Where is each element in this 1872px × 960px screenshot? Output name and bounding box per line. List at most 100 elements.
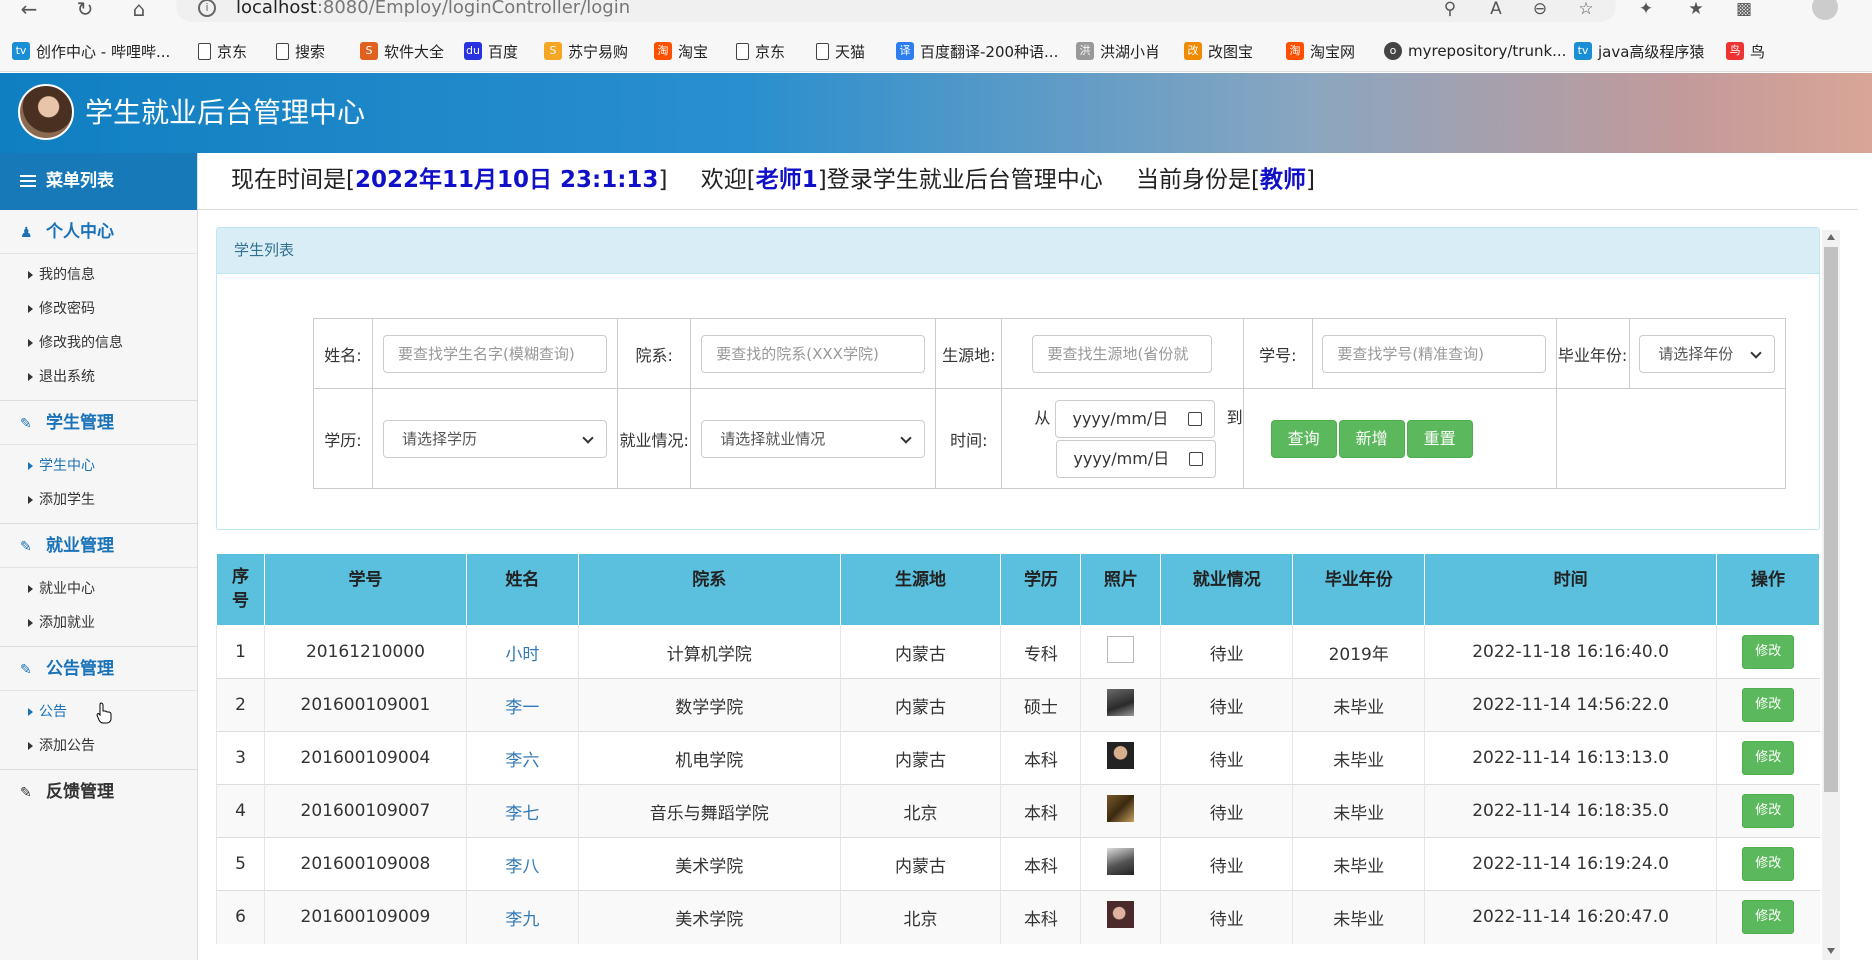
menu-group-title[interactable]: ✎ 公告管理 [0,647,197,691]
sidebar-item-edit-info[interactable]: 修改我的信息 [0,326,197,360]
calendar-icon[interactable] [1188,411,1203,426]
suning-icon: S [544,42,562,60]
bookmark-item[interactable]: 鸟鸟 [1726,40,1765,62]
query-button[interactable]: 查询 [1270,419,1337,458]
sidebar-item-change-password[interactable]: 修改密码 [0,292,197,326]
url-text[interactable]: localhost:8080/Employ/loginController/lo… [236,0,630,18]
edit-button[interactable]: 修改 [1742,900,1795,935]
bookmark-item[interactable]: 改改图宝 [1184,40,1253,62]
scrollbar[interactable] [1822,230,1840,960]
bookmark-item[interactable]: 译百度翻译-200种语... [896,40,1058,62]
cell-time: 2022-11-14 16:19:24.0 [1424,837,1717,891]
cell-no: 2 [216,678,265,732]
extensions-icon[interactable]: ✦ [1634,0,1658,20]
name-search-input[interactable]: 要查找学生名字(模糊查询) [383,334,608,373]
read-aloud-icon[interactable]: A [1484,0,1508,20]
student-name-link[interactable]: 李六 [465,731,579,785]
scroll-thumb[interactable] [1824,247,1838,792]
bookmark-item[interactable]: S 软件大全 [360,40,444,62]
student-name-link[interactable]: 李九 [465,890,579,944]
table-row: 4 201600109007 李七 音乐与舞蹈学院 北京 本科 待业 未毕业 2… [216,784,1820,838]
menu-group-title[interactable]: ✎ 反馈管理 [0,770,197,814]
edit-button[interactable]: 修改 [1742,847,1795,881]
emp-select[interactable]: 请选择就业情况 [701,419,926,458]
bookmark-item[interactable]: S 苏宁易购 [544,40,628,62]
bird-icon: 鸟 [1726,42,1744,60]
cell-employment: 待业 [1160,784,1293,838]
bookmark-item[interactable]: 洪洪湖小肖 [1076,40,1160,62]
sidebar-item-my-info[interactable]: 我的信息 [0,258,197,292]
student-name-link[interactable]: 小时 [465,625,579,679]
sidebar-item-logout[interactable]: 退出系统 [0,360,197,394]
col-header-dept: 院系 [577,553,841,626]
gaitubao-icon: 改 [1184,42,1202,60]
scroll-up-icon[interactable] [1827,234,1835,240]
menu-group-title[interactable]: ✎ 就业管理 [0,524,197,568]
start-date-input[interactable]: yyyy/mm/日 [1055,399,1216,438]
menu-group-title[interactable]: ✎ 学生管理 [0,401,197,445]
bookmark-item[interactable]: du 百度 [464,40,518,62]
cell-origin: 内蒙古 [839,625,1001,679]
edit-button[interactable]: 修改 [1742,635,1795,669]
key-icon[interactable]: ⚲ [1438,0,1462,20]
profile-icon[interactable] [1812,0,1838,20]
reset-button[interactable]: 重置 [1406,419,1473,458]
sidebar-item-add-employment[interactable]: 添加就业 [0,606,197,640]
bookmark-item[interactable]: 搜索 [276,40,325,62]
cell-dept: 美术学院 [577,890,841,944]
end-date-input[interactable]: yyyy/mm/日 [1056,439,1217,478]
cell-origin: 北京 [839,784,1001,838]
menu-group-title[interactable]: ♟ 个人中心 [0,210,197,254]
bookmark-item[interactable]: tv java高级程序猿 [1574,40,1704,62]
cell-employment: 待业 [1160,837,1293,891]
bookmark-item[interactable]: 天猫 [816,40,865,62]
back-icon[interactable]: ← [14,0,44,22]
home-icon[interactable]: ⌂ [124,0,154,22]
edit-button[interactable]: 修改 [1742,794,1795,828]
bookmark-item[interactable]: o myrepository/trunk... [1384,40,1566,62]
edu-select[interactable]: 请选择学历 [383,419,608,458]
sidebar-item-add-notice[interactable]: 添加公告 [0,729,197,763]
cell-employment: 待业 [1160,890,1293,944]
bookmark-item[interactable]: 京东 [198,40,247,62]
current-user: 老师1 [755,167,818,193]
sidebar-item-student-center[interactable]: 学生中心 [0,449,197,483]
bilibili-icon: tv [1574,42,1592,60]
origin-search-input[interactable]: 要查找生源地(省份就 [1032,334,1213,373]
app-title: 学生就业后台管理中心 [85,96,366,129]
cell-grad-year: 未毕业 [1292,784,1425,838]
edit-icon: ✎ [20,416,32,432]
collections-icon[interactable]: ▩ [1732,0,1756,20]
bookmark-item[interactable]: 淘淘宝 [654,40,708,62]
zoom-icon[interactable]: ⊖ [1528,0,1552,20]
student-name-link[interactable]: 李一 [465,678,579,732]
cell-edu: 硕士 [1000,678,1081,732]
table-row: 5 201600109008 李八 美术学院 内蒙古 本科 待业 未毕业 202… [216,837,1820,891]
bookmark-item[interactable]: tv 创作中心 - 哔哩哔... [12,40,170,62]
sidebar: 菜单列表 ♟ 个人中心 我的信息 修改密码 修改我的信息 退出系统 ✎ 学生管理 学… [0,153,198,960]
scroll-down-icon[interactable] [1827,948,1835,954]
edit-button[interactable]: 修改 [1742,688,1795,722]
bookmark-item[interactable]: 淘淘宝网 [1286,40,1355,62]
cell-dept: 计算机学院 [577,625,841,679]
student-name-link[interactable]: 李七 [465,784,579,838]
bookmark-item[interactable]: 京东 [736,40,785,62]
dept-search-input[interactable]: 要查找的院系(XXX学院) [701,334,926,373]
calendar-icon[interactable] [1189,451,1204,466]
reload-icon[interactable]: ↻ [70,0,100,22]
table-header-row: 序号 学号 姓名 院系 生源地 学历 照片 就业情况 毕业年份 时间 操作 [216,553,1821,626]
student-name-link[interactable]: 李八 [465,837,579,891]
sidebar-item-add-student[interactable]: 添加学生 [0,483,197,517]
grad-year-select[interactable]: 请选择年份 [1639,334,1776,373]
sidebar-item-employment-center[interactable]: 就业中心 [0,572,197,606]
favorite-add-icon[interactable]: ☆ [1574,0,1598,20]
col-header-action: 操作 [1715,553,1821,626]
add-button[interactable]: 新增 [1338,419,1405,458]
favorites-icon[interactable]: ★ [1684,0,1708,20]
cell-time: 2022-11-14 16:20:47.0 [1424,890,1717,944]
taobao-icon: 淘 [1286,42,1304,60]
id-search-input[interactable]: 要查找学号(精准查询) [1322,334,1547,373]
edit-button[interactable]: 修改 [1742,741,1795,775]
baidu-icon: du [464,42,482,60]
cell-no: 5 [216,837,265,891]
